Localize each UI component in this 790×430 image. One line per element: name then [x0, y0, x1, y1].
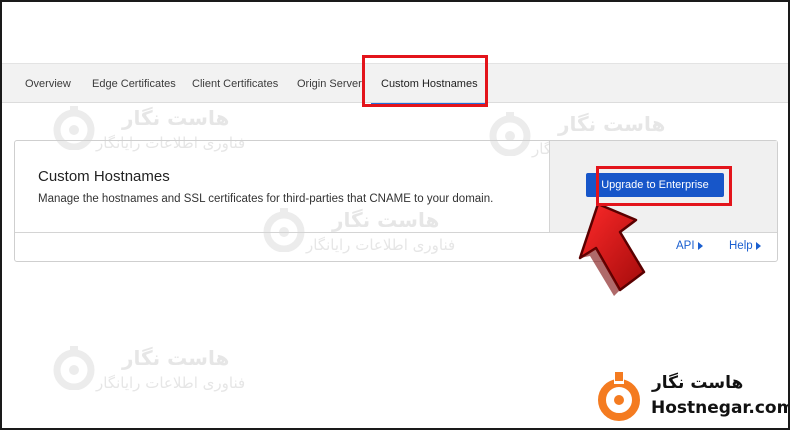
tab-label: Client Certificates	[192, 78, 279, 90]
triangle-right-icon	[755, 242, 761, 250]
triangle-right-icon	[697, 242, 703, 250]
card-footer	[15, 232, 777, 261]
card-title: Custom Hostnames	[38, 168, 170, 185]
help-link-label: Help	[729, 240, 753, 252]
ssl-tab-bar: Overview Edge Certificates Client Certif…	[2, 63, 788, 105]
tab-label: Overview	[25, 78, 71, 90]
custom-hostnames-card: Custom Hostnames Manage the hostnames an…	[14, 140, 778, 262]
card-description: Manage the hostnames and SSL certificate…	[38, 193, 494, 205]
tab-origin-server[interactable]: Origin Server	[297, 64, 362, 104]
card-main: Custom Hostnames Manage the hostnames an…	[15, 141, 549, 232]
watermark-title: هاست نگار	[122, 106, 230, 130]
tab-overview[interactable]: Overview	[25, 64, 71, 104]
watermark-title: هاست نگار	[122, 346, 230, 370]
watermark-title: هاست نگار	[558, 112, 666, 136]
api-link-label: API	[676, 240, 695, 252]
help-link[interactable]: Help	[729, 240, 761, 252]
brand-name-fa: هاست نگار	[652, 373, 744, 393]
tab-client-certificates[interactable]: Client Certificates	[192, 64, 278, 104]
tab-custom-hostnames[interactable]: Custom Hostnames	[371, 64, 486, 105]
api-link[interactable]: API	[676, 240, 703, 252]
watermark-logo-icon	[53, 346, 95, 390]
tab-edge-certificates[interactable]: Edge Certificates	[92, 64, 176, 104]
tab-label: Custom Hostnames	[381, 78, 478, 90]
tab-label: Origin Server	[297, 78, 362, 90]
watermark-subtitle: فناوری اطلاعات رایانگار	[96, 374, 246, 392]
red-arrow-icon	[578, 202, 646, 296]
brand-name-en: Hostnegar.com	[651, 398, 790, 418]
hostnegar-logo-icon	[598, 372, 640, 421]
tab-label: Edge Certificates	[92, 78, 176, 90]
upgrade-to-enterprise-button[interactable]: Upgrade to Enterprise	[586, 173, 724, 197]
